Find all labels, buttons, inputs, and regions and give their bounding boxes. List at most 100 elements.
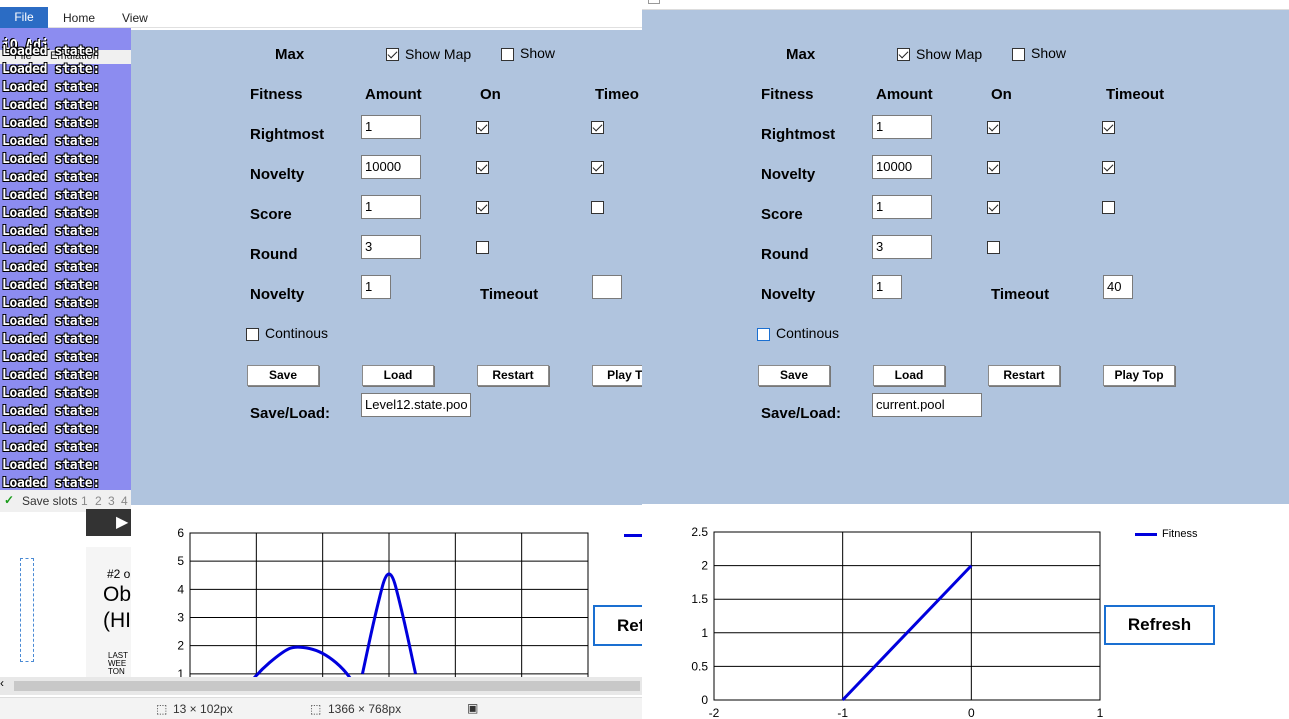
y-tick-label: 1: [701, 626, 708, 640]
log-line: Loaded state:: [2, 350, 100, 365]
log-line: Loaded state:: [2, 440, 100, 455]
save-slot-4[interactable]: 4: [121, 494, 128, 508]
timeout-checkbox-score[interactable]: [591, 201, 604, 214]
restart-button[interactable]: Restart: [988, 365, 1060, 386]
on-checkbox-round[interactable]: [476, 241, 489, 254]
saveload-input[interactable]: current.pool: [872, 393, 982, 417]
saveload-input[interactable]: Level12.state.poo: [361, 393, 471, 417]
amount-input-novelty[interactable]: 10000: [361, 155, 421, 179]
on-checkbox-rightmost[interactable]: [476, 121, 489, 134]
save-icon[interactable]: ▣: [467, 701, 478, 715]
row-label-rightmost: Rightmost: [761, 126, 836, 143]
timeout-param-input[interactable]: 40: [1103, 275, 1133, 299]
save-button[interactable]: Save: [758, 365, 830, 386]
show-map-checkbox[interactable]: [897, 48, 910, 61]
save-slot-2[interactable]: 2: [95, 494, 102, 508]
restart-button[interactable]: Restart: [477, 365, 549, 386]
timeout-checkbox-novelty[interactable]: [591, 161, 604, 174]
x-tick-label: -2: [709, 706, 720, 719]
show-label: Show: [1031, 45, 1067, 61]
y-tick-label: 0.5: [691, 659, 708, 673]
timeout-checkbox-novelty[interactable]: [1102, 161, 1115, 174]
amount-input-rightmost[interactable]: 1: [872, 115, 932, 139]
file-tab[interactable]: File: [0, 7, 48, 28]
row-label-novelty: Novelty: [250, 166, 305, 183]
novelty-param-input[interactable]: 1: [361, 275, 391, 299]
legend-swatch: [1135, 533, 1157, 536]
log-line: Loaded state:: [2, 62, 100, 77]
timeout-param-input[interactable]: [592, 275, 622, 299]
play-top-button[interactable]: Play Top: [1103, 365, 1175, 386]
show-checkbox[interactable]: [501, 48, 514, 61]
scrollbar-thumb[interactable]: [14, 681, 640, 691]
row-label-score: Score: [761, 206, 803, 223]
show-map-checkbox[interactable]: [386, 48, 399, 61]
max-label: Max: [275, 46, 305, 63]
novelty-param-label: Novelty: [761, 286, 816, 303]
log-line: Loaded state:: [2, 170, 100, 185]
saveload-label: Save/Load:: [250, 405, 331, 422]
show-checkbox[interactable]: [1012, 48, 1025, 61]
amount-input-rightmost[interactable]: 1: [361, 115, 421, 139]
header-amount: Amount: [365, 86, 422, 103]
save-slot-1[interactable]: 1: [81, 494, 88, 508]
header-on: On: [991, 86, 1012, 103]
home-tab[interactable]: Home: [63, 11, 95, 25]
show-label: Show: [520, 45, 556, 61]
on-checkbox-score[interactable]: [987, 201, 1000, 214]
amount-input-round[interactable]: 3: [872, 235, 932, 259]
video-thumbnail[interactable]: ▶: [86, 509, 131, 536]
load-button[interactable]: Load: [362, 365, 434, 386]
play-icon: ▶: [116, 514, 129, 531]
refresh-button[interactable]: Ref: [593, 605, 642, 646]
on-checkbox-novelty[interactable]: [476, 161, 489, 174]
continous-checkbox[interactable]: [757, 328, 770, 341]
y-tick-label: 0: [701, 693, 708, 707]
continous-checkbox[interactable]: [246, 328, 259, 341]
header-timeout: Timeout: [1106, 86, 1165, 103]
on-checkbox-score[interactable]: [476, 201, 489, 214]
right-chart-area: 0 0.5 1 1.5 2 2.5 -2 -1 0 1 Fitness Refresh: [642, 504, 1289, 719]
timeout-checkbox-score[interactable]: [1102, 201, 1115, 214]
load-button[interactable]: Load: [873, 365, 945, 386]
status-bar: ⬚ 13 × 102px ⬚ 1366 × 768px ▣: [0, 697, 642, 719]
scroll-left-arrow[interactable]: ‹: [0, 676, 4, 690]
save-button[interactable]: Save: [247, 365, 319, 386]
video-card[interactable]: #2 o Ob (HI LAST WEE TON: [86, 547, 131, 677]
amount-input-score[interactable]: 1: [361, 195, 421, 219]
view-tab[interactable]: View: [122, 11, 148, 25]
row-label-score: Score: [250, 206, 292, 223]
selection-box[interactable]: [20, 558, 34, 662]
timeout-checkbox-rightmost[interactable]: [1102, 121, 1115, 134]
row-label-round: Round: [761, 246, 809, 263]
refresh-button[interactable]: Refresh: [1104, 605, 1215, 645]
left-ai-panel: Max Show Map Show Fitness Amount On Timeo Right…: [131, 30, 642, 505]
on-checkbox-round[interactable]: [987, 241, 1000, 254]
header-fitness: Fitness: [761, 86, 814, 103]
log-line: Loaded state:: [2, 134, 100, 149]
amount-input-round[interactable]: 3: [361, 235, 421, 259]
log-line: Loaded state:: [2, 80, 100, 95]
amount-input-score[interactable]: 1: [872, 195, 932, 219]
y-tick-label: 6: [177, 526, 184, 540]
log-line: Loaded state:: [2, 98, 100, 113]
novelty-param-input[interactable]: 1: [872, 275, 902, 299]
log-line: Loaded state:: [2, 152, 100, 167]
legend-label: Fitness: [1162, 528, 1198, 540]
header-amount: Amount: [876, 86, 933, 103]
video-title-1: Ob: [103, 583, 131, 606]
y-tick-label: 3: [177, 611, 184, 625]
on-checkbox-novelty[interactable]: [987, 161, 1000, 174]
timeout-checkbox-rightmost[interactable]: [591, 121, 604, 134]
y-tick-label: 5: [177, 554, 184, 568]
play-top-button[interactable]: Play To: [592, 365, 642, 386]
emulator-window: File Emulation iO Adi Loaded state: Loade…: [0, 28, 131, 512]
ribbon: File Home View: [0, 0, 642, 28]
save-slot-3[interactable]: 3: [108, 494, 115, 508]
amount-input-novelty[interactable]: 10000: [872, 155, 932, 179]
log-line: Loaded state:: [2, 368, 100, 383]
chart-svg: 1 2 3 4 5 6: [177, 526, 589, 677]
on-checkbox-rightmost[interactable]: [987, 121, 1000, 134]
log-line: Loaded state:: [2, 314, 100, 329]
row-label-rightmost: Rightmost: [250, 126, 325, 143]
